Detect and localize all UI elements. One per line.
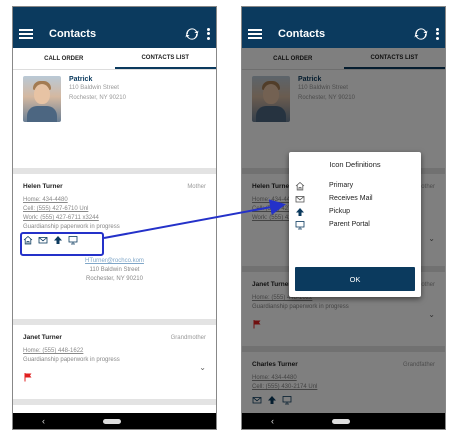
definition-parent-portal: Parent Portal: [295, 218, 415, 231]
contact-relation: Mother: [187, 184, 206, 190]
overflow-menu-icon[interactable]: [207, 27, 210, 40]
tab-bar: CALL ORDER CONTACTS LIST: [13, 48, 216, 70]
contact-card-janet[interactable]: Janet Turner Grandmother Home: (555) 448…: [13, 325, 216, 405]
definition-pickup: Pickup: [295, 205, 415, 218]
definition-label: Pickup: [329, 208, 351, 215]
student-photo: [23, 76, 61, 122]
arrow-up-icon: [296, 207, 304, 216]
cell-phone-link[interactable]: Cell: (555) 427-6710 Unl: [23, 205, 206, 214]
contact-address-line1: 110 Baldwin Street: [89, 267, 140, 273]
student-name: Patrick: [69, 76, 93, 83]
nav-bar: ‹: [13, 413, 216, 429]
definition-label: Receives Mail: [329, 195, 373, 202]
icon-definitions-dialog: Icon Definitions Primary Receives Mail P…: [289, 152, 421, 297]
app-title: Contacts: [278, 27, 326, 40]
icons-highlight-box: [20, 232, 104, 256]
nav-bar: ‹: [242, 413, 445, 429]
sync-icon[interactable]: [185, 27, 199, 41]
dialog-title: Icon Definitions: [329, 160, 381, 169]
status-bar: [242, 7, 445, 19]
work-phone-link[interactable]: Work: (555) 427-6711 x3244: [23, 214, 206, 223]
back-icon[interactable]: ‹: [271, 416, 274, 426]
app-bar: Contacts: [242, 19, 445, 48]
home-button[interactable]: [332, 418, 350, 424]
monitor-icon: [295, 220, 305, 229]
ok-button[interactable]: OK: [295, 267, 415, 291]
definition-receives-mail: Receives Mail: [295, 192, 415, 205]
home-icon: [295, 181, 305, 190]
student-address-line2: Rochester, NY 90210: [69, 95, 126, 101]
right-phone-screen: Contacts CALL ORDER CONTACTS LIST Patric…: [241, 6, 446, 430]
student-card: Patrick 110 Baldwin Street Rochester, NY…: [13, 70, 216, 174]
left-phone-screen: Contacts CALL ORDER CONTACTS LIST Patric…: [12, 6, 217, 430]
tab-contacts-list[interactable]: CONTACTS LIST: [114, 48, 216, 69]
definition-label: Parent Portal: [329, 221, 370, 228]
contact-name: Janet Turner: [23, 334, 62, 341]
definition-label: Primary: [329, 182, 354, 189]
contact-card-charles[interactable]: Charles Turner Grandfather: [13, 405, 216, 413]
sync-icon[interactable]: [414, 27, 428, 41]
status-bar: [13, 7, 216, 19]
home-button[interactable]: [103, 418, 121, 424]
tab-call-order[interactable]: CALL ORDER: [13, 48, 115, 69]
contact-name: Helen Turner: [23, 183, 63, 190]
contact-relation: Grandmother: [170, 335, 206, 341]
guardianship-note: Guardianship paperwork in progress: [23, 357, 120, 363]
menu-icon[interactable]: [248, 28, 262, 39]
contact-address-line2: Rochester, NY 90210: [86, 276, 143, 282]
definition-primary: Primary: [295, 179, 415, 192]
overflow-menu-icon[interactable]: [436, 27, 439, 40]
guardianship-note: Guardianship paperwork in progress: [23, 224, 120, 230]
flag-icon: [23, 369, 206, 387]
home-phone-link[interactable]: Home: 434-4480: [23, 196, 206, 205]
app-bar: Contacts: [13, 19, 216, 48]
home-phone-link[interactable]: Home: (555) 448-1622: [23, 347, 206, 356]
contact-email-link[interactable]: HTurner@rochco.kom: [23, 257, 206, 266]
chevron-down-icon[interactable]: ⌄: [199, 363, 206, 372]
student-address-line1: 110 Baldwin Street: [69, 85, 119, 91]
app-title: Contacts: [49, 27, 97, 40]
mail-icon: [295, 195, 305, 202]
menu-icon[interactable]: [19, 28, 33, 39]
back-icon[interactable]: ‹: [42, 416, 45, 426]
